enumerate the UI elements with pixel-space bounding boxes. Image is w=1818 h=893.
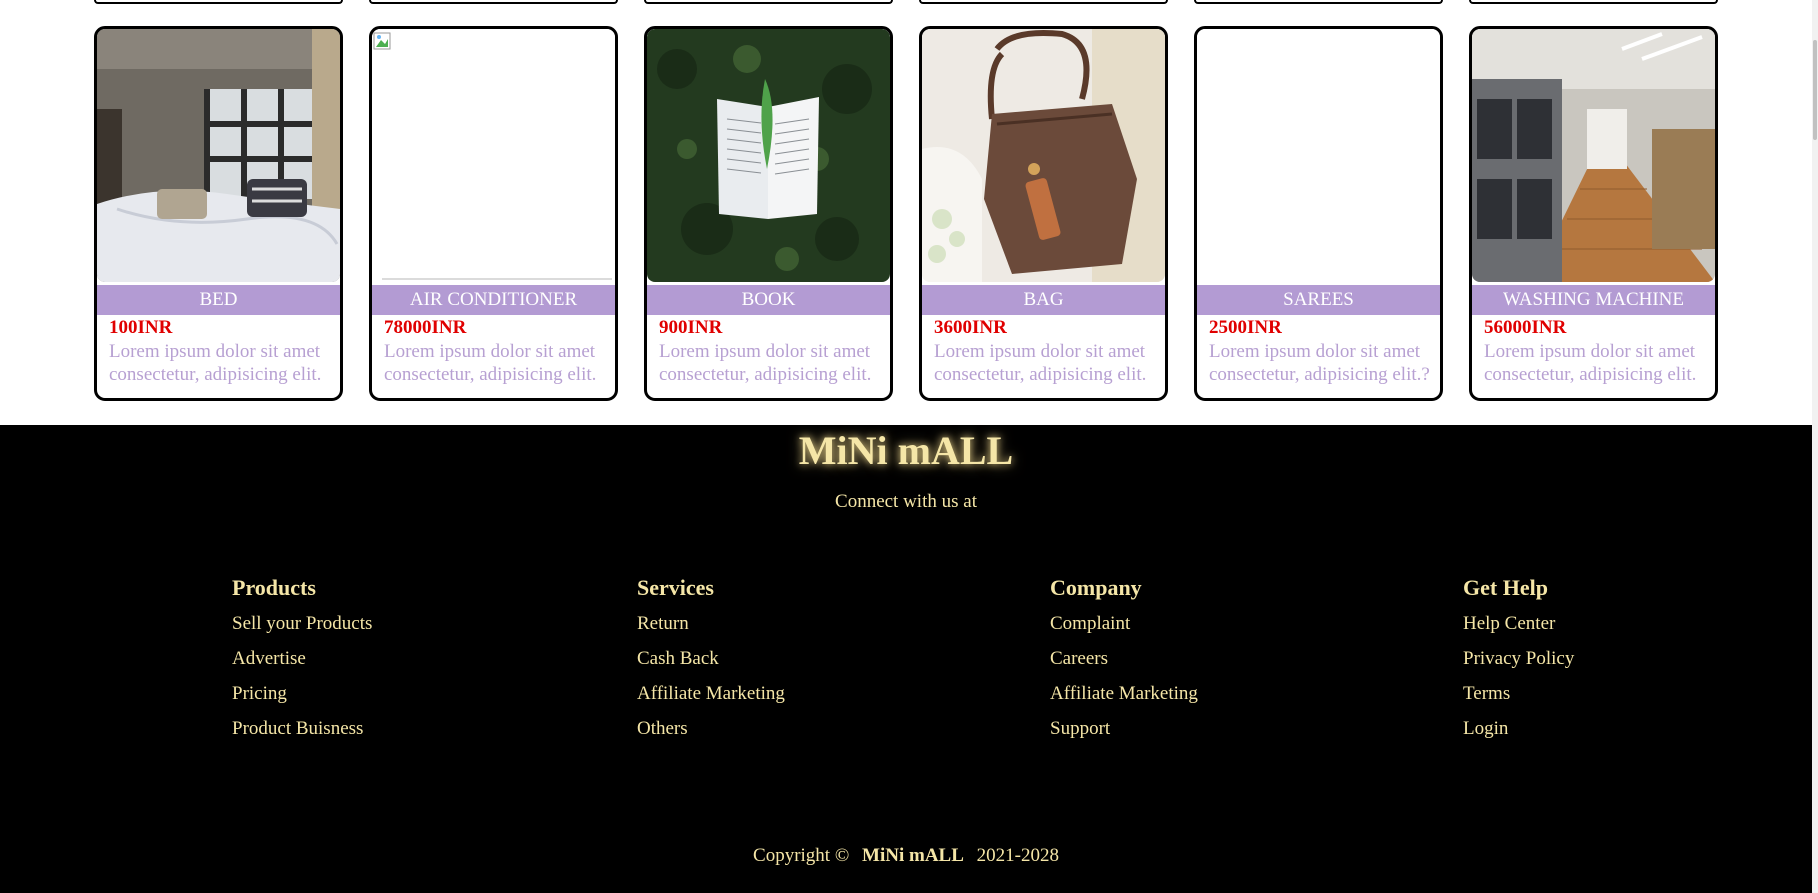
footer-link[interactable]: Others — [637, 718, 785, 740]
copyright-prefix: Copyright © — [753, 845, 850, 866]
book-image — [647, 29, 890, 282]
product-title: WASHING MACHINE — [1472, 285, 1715, 315]
previous-card-edge — [919, 0, 1168, 4]
footer-column-title: Get Help — [1463, 575, 1548, 600]
copyright-brand: MiNi mALL — [862, 845, 964, 866]
footer-link[interactable]: Complaint — [1050, 613, 1198, 635]
bed-image — [97, 29, 340, 282]
product-description: Lorem ipsum dolor sit amet consectetur, … — [109, 341, 322, 385]
footer-link[interactable]: Careers — [1050, 648, 1198, 670]
footer-column-services: Services Return Cash Back Affiliate Mark… — [637, 575, 785, 753]
product-card-air-conditioner[interactable]: AIR CONDITIONER 78000INR Lorem ipsum dol… — [369, 26, 618, 401]
product-card-bed[interactable]: BED 100INR Lorem ipsum dolor sit amet co… — [94, 26, 343, 401]
product-title: AIR CONDITIONER — [372, 285, 615, 315]
footer-column-products: Products Sell your Products Advertise Pr… — [232, 575, 372, 753]
footer-link[interactable]: Return — [637, 613, 785, 635]
footer-link[interactable]: Sell your Products — [232, 613, 372, 635]
scrollbar-thumb[interactable] — [1813, 40, 1817, 140]
product-title: BOOK — [647, 285, 890, 315]
broken-image-placeholder — [372, 29, 615, 282]
previous-card-edge — [1194, 0, 1443, 4]
footer-link[interactable]: Pricing — [232, 683, 372, 705]
product-card-sarees[interactable]: SAREES 2500INR Lorem ipsum dolor sit ame… — [1194, 26, 1443, 401]
product-title: BED — [97, 285, 340, 315]
product-description: Lorem ipsum dolor sit amet consectetur, … — [1209, 341, 1430, 385]
product-price: 78000INR — [384, 317, 467, 338]
footer-column-title: Company — [1050, 575, 1142, 600]
connect-text: Connect with us at — [835, 491, 977, 512]
footer-link[interactable]: Privacy Policy — [1463, 648, 1574, 670]
footer-column-title: Services — [637, 575, 714, 600]
footer-link[interactable]: Help Center — [1463, 613, 1574, 635]
footer-column-title: Products — [232, 575, 316, 600]
footer-link[interactable]: Login — [1463, 718, 1574, 740]
product-title: SAREES — [1197, 285, 1440, 315]
product-price: 56000INR — [1484, 317, 1567, 338]
previous-card-edge — [644, 0, 893, 4]
footer-column-company: Company Complaint Careers Affiliate Mark… — [1050, 575, 1198, 753]
footer-brand: MiNi mALL — [798, 428, 1014, 473]
previous-card-edge — [1469, 0, 1718, 4]
product-description: Lorem ipsum dolor sit amet consectetur, … — [659, 341, 872, 385]
product-title: BAG — [922, 285, 1165, 315]
blank-image — [1197, 29, 1440, 282]
footer-link[interactable]: Terms — [1463, 683, 1574, 705]
bag-image — [922, 29, 1165, 282]
previous-card-edge — [369, 0, 618, 4]
footer-link[interactable]: Affiliate Marketing — [1050, 683, 1198, 705]
product-price: 2500INR — [1209, 317, 1282, 338]
product-price: 3600INR — [934, 317, 1007, 338]
footer-link[interactable]: Advertise — [232, 648, 372, 670]
page-scrollbar[interactable] — [1812, 0, 1818, 893]
product-card-washing-machine[interactable]: WASHING MACHINE 56000INR Lorem ipsum dol… — [1469, 26, 1718, 401]
washing-machine-image — [1472, 29, 1715, 282]
product-section: BED 100INR Lorem ipsum dolor sit amet co… — [0, 0, 1818, 425]
product-card-bag[interactable]: BAG 3600INR Lorem ipsum dolor sit amet c… — [919, 26, 1168, 401]
product-price: 900INR — [659, 317, 723, 338]
copyright-years: 2021-2028 — [976, 845, 1059, 866]
previous-card-edge — [94, 0, 343, 4]
footer-link[interactable]: Product Buisness — [232, 718, 372, 740]
product-description: Lorem ipsum dolor sit amet consectetur, … — [1484, 341, 1697, 385]
footer-link[interactable]: Cash Back — [637, 648, 785, 670]
footer-link[interactable]: Affiliate Marketing — [637, 683, 785, 705]
product-description: Lorem ipsum dolor sit amet consectetur, … — [384, 341, 597, 385]
footer-link[interactable]: Support — [1050, 718, 1198, 740]
site-footer: MiNi mALL Connect with us at Products Se… — [0, 425, 1812, 893]
copyright: Copyright © MiNi mALL 2021-2028 — [0, 845, 1812, 867]
product-card-book[interactable]: BOOK 900INR Lorem ipsum dolor sit amet c… — [644, 26, 893, 401]
product-description: Lorem ipsum dolor sit amet consectetur, … — [934, 341, 1147, 385]
footer-column-get-help: Get Help Help Center Privacy Policy Term… — [1463, 575, 1574, 753]
product-price: 100INR — [109, 317, 173, 338]
product-grid: BED 100INR Lorem ipsum dolor sit amet co… — [94, 26, 1719, 401]
